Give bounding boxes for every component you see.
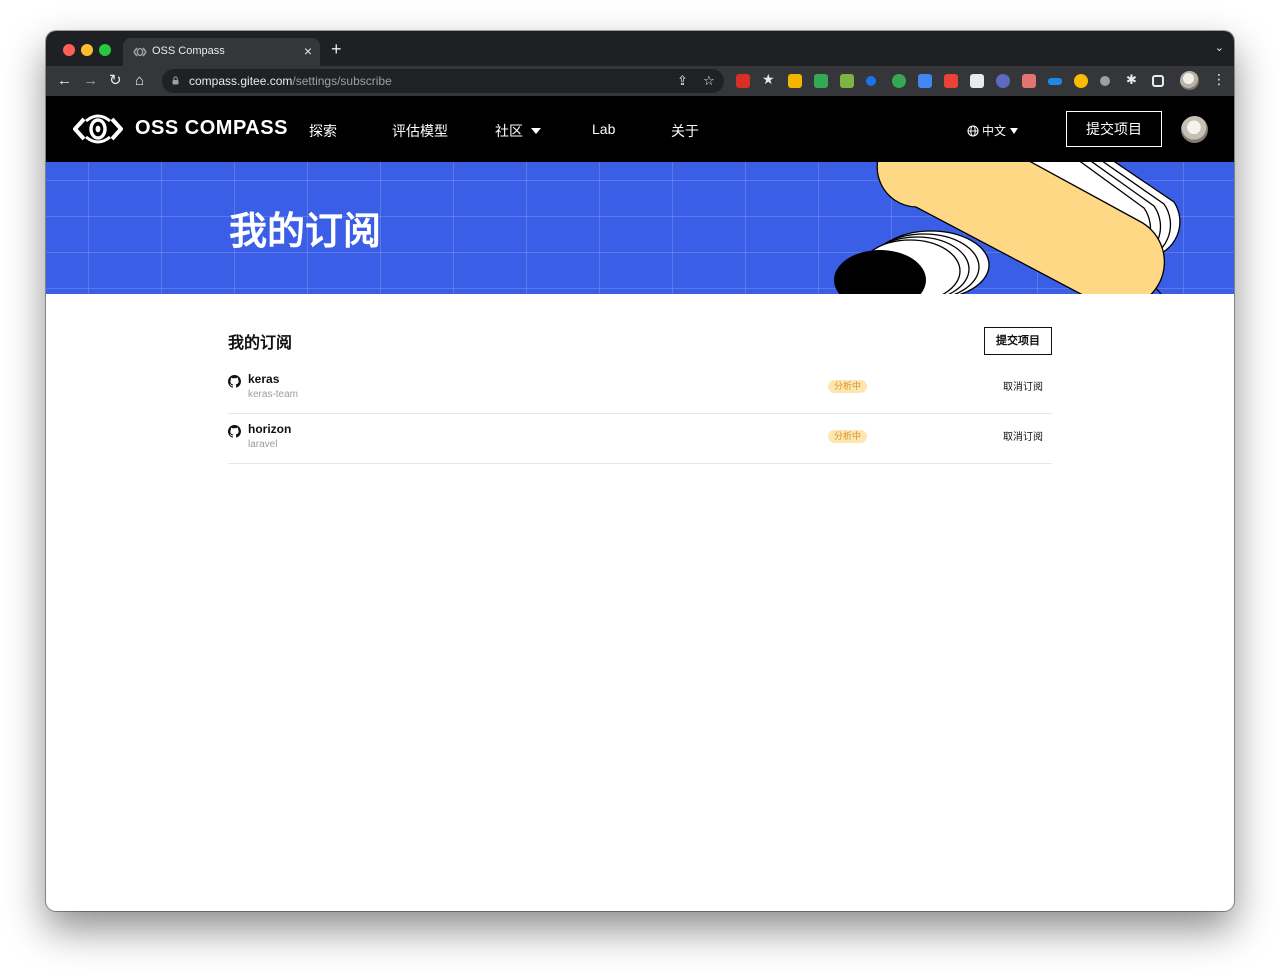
nav-community[interactable]: 社区 — [495, 121, 541, 141]
extension-bar-icon[interactable] — [1048, 78, 1062, 85]
banner-illustration — [834, 162, 1181, 294]
extension-grid-icon[interactable] — [840, 74, 854, 88]
extension-moon-icon[interactable] — [1100, 76, 1110, 86]
extension-gmail-icon[interactable] — [736, 74, 750, 88]
nav-explore[interactable]: 探索 — [309, 121, 337, 141]
extension-fe-icon[interactable] — [944, 74, 958, 88]
status-badge: 分析中 — [828, 380, 868, 393]
caret-down-icon — [1010, 128, 1019, 134]
new-tab-button[interactable]: + — [331, 40, 342, 58]
list-item: horizon laravel 分析中 取消订阅 — [228, 414, 1052, 464]
nav-models[interactable]: 评估模型 — [392, 121, 448, 141]
bookmark-star-icon[interactable]: ☆ — [703, 73, 715, 89]
side-panel-icon[interactable] — [1152, 75, 1164, 87]
extensions-puzzle-icon[interactable]: ✱ — [1126, 72, 1140, 87]
extension-download-icon[interactable] — [788, 74, 802, 88]
url-text: compass.gitee.com/settings/subscribe — [189, 74, 392, 88]
header-submit-project-button[interactable]: 提交项目 — [1066, 111, 1162, 147]
nav-about[interactable]: 关于 — [671, 121, 699, 141]
unsubscribe-button[interactable]: 取消订阅 — [1003, 378, 1043, 393]
forward-button[interactable]: → — [83, 72, 98, 90]
nav-community-label: 社区 — [495, 123, 523, 139]
url-path: /settings/subscribe — [292, 74, 392, 88]
repo-name[interactable]: horizon — [248, 422, 291, 436]
extension-s-icon[interactable] — [918, 74, 932, 88]
browser-tab[interactable]: OSS Compass × — [123, 38, 320, 66]
lock-icon — [172, 76, 179, 85]
share-icon[interactable]: ⇪ — [677, 73, 688, 89]
nav-lab[interactable]: Lab — [592, 121, 615, 137]
repo-owner: laravel — [248, 439, 278, 450]
address-bar[interactable]: compass.gitee.com/settings/subscribe ⇪ ☆ — [162, 69, 724, 93]
tab-search-chevron-icon[interactable]: ⌄ — [1215, 41, 1224, 54]
page-banner: 我的订阅 — [46, 162, 1234, 294]
repo-name[interactable]: keras — [248, 372, 279, 386]
logo-text[interactable]: OSS COMPASS — [135, 117, 288, 140]
extension-bookmarks-icon[interactable]: ★ — [762, 71, 776, 87]
browser-window: OSS Compass × + ⌄ ← → ↻ ⌂ compass.gitee.… — [46, 31, 1234, 911]
globe-icon — [967, 125, 979, 137]
url-host: compass.gitee.com — [189, 74, 293, 88]
extension-ring-icon[interactable] — [1074, 74, 1088, 88]
list-item: keras keras-team 分析中 取消订阅 — [228, 364, 1052, 414]
extension-sheets-icon[interactable] — [814, 74, 828, 88]
subscription-list: keras keras-team 分析中 取消订阅 horizon larave… — [228, 364, 1052, 464]
github-icon — [228, 375, 241, 388]
language-label: 中文 — [982, 124, 1007, 138]
home-button[interactable]: ⌂ — [135, 72, 144, 90]
caret-down-icon — [531, 128, 541, 134]
extension-doc-icon[interactable] — [970, 74, 984, 88]
tab-close-icon[interactable]: × — [304, 43, 312, 59]
banner-title: 我的订阅 — [229, 211, 382, 253]
user-avatar[interactable] — [1181, 116, 1208, 143]
submit-project-button[interactable]: 提交项目 — [984, 327, 1052, 355]
browser-profile-avatar[interactable] — [1180, 71, 1199, 90]
browser-toolbar: ← → ↻ ⌂ compass.gitee.com/settings/subsc… — [46, 66, 1234, 96]
compass-favicon-icon — [133, 47, 147, 57]
unsubscribe-button[interactable]: 取消订阅 — [1003, 428, 1043, 443]
tab-title: OSS Compass — [152, 45, 225, 57]
reload-button[interactable]: ↻ — [109, 72, 122, 90]
back-button[interactable]: ← — [57, 72, 72, 90]
github-icon — [228, 425, 241, 438]
minimize-window-button[interactable] — [81, 44, 93, 56]
browser-menu-icon[interactable]: ⋮ — [1212, 71, 1226, 88]
status-badge: 分析中 — [828, 430, 868, 443]
maximize-window-button[interactable] — [99, 44, 111, 56]
language-switcher[interactable]: 中文 — [967, 122, 1019, 139]
section-title: 我的订阅 — [228, 335, 293, 352]
tab-strip: OSS Compass × + ⌄ — [46, 31, 1234, 66]
extension-target-icon[interactable] — [996, 74, 1010, 88]
oss-compass-logo-icon[interactable] — [73, 111, 123, 147]
close-window-button[interactable] — [63, 44, 75, 56]
extension-pin-icon[interactable] — [866, 76, 876, 86]
site-header: OSS COMPASS 探索 评估模型 社区 Lab 关于 中文 提交项目 — [46, 96, 1234, 162]
repo-owner: keras-team — [248, 389, 299, 400]
extension-pattern-icon[interactable] — [1022, 74, 1036, 88]
extension-shield-icon[interactable] — [892, 74, 906, 88]
